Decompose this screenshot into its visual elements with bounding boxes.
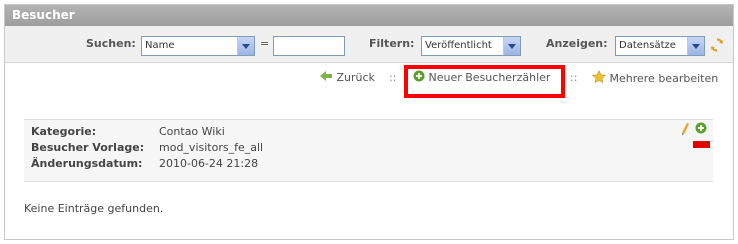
filter-select[interactable]: Veröffentlicht	[421, 36, 521, 56]
reload-icon[interactable]	[709, 37, 725, 53]
star-icon	[592, 70, 606, 84]
search-equals: =	[260, 37, 270, 50]
field-value: 2010-06-24 21:28	[159, 157, 259, 170]
separator: ::	[389, 71, 397, 84]
separator: ::	[570, 71, 578, 84]
back-link[interactable]: Zurück	[319, 70, 375, 86]
empty-message: Keine Einträge gefunden.	[24, 202, 164, 215]
filter-label: Filtern:	[369, 37, 415, 50]
chevron-down-icon	[503, 37, 520, 55]
page-title: Besucher	[5, 5, 733, 26]
edit-multiple-label: Mehrere bearbeiten	[609, 72, 719, 85]
search-input[interactable]	[273, 36, 345, 56]
show-label: Anzeigen:	[546, 37, 608, 50]
back-arrow-icon	[320, 71, 332, 81]
search-field-value: Name	[145, 40, 175, 51]
field-value: mod_visitors_fe_all	[159, 141, 264, 154]
edit-multiple-link[interactable]: Mehrere bearbeiten	[592, 70, 718, 87]
add-icon[interactable]	[695, 122, 707, 134]
search-field-select[interactable]: Name	[141, 36, 255, 56]
show-select[interactable]: Datensätze	[615, 36, 705, 56]
highlight-box	[404, 65, 565, 98]
record-row: Kategorie: Contao Wiki Besucher Vorlage:…	[24, 119, 713, 182]
field-label: Besucher Vorlage:	[31, 141, 145, 154]
filter-value: Veröffentlicht	[425, 40, 492, 51]
back-label: Zurück	[336, 71, 375, 84]
show-value: Datensätze	[619, 40, 676, 51]
field-label: Änderungsdatum:	[31, 157, 143, 170]
edit-icon[interactable]	[680, 122, 690, 136]
filter-panel: Suchen: Name = Filtern: Veröffentlicht A…	[5, 26, 733, 63]
red-marker	[693, 141, 710, 148]
field-value: Contao Wiki	[159, 125, 225, 138]
field-label: Kategorie:	[31, 125, 97, 138]
chevron-down-icon	[687, 37, 704, 55]
chevron-down-icon	[237, 37, 254, 55]
action-bar: Zurück :: Neuer Besucherzähler :: Mehrer…	[0, 70, 738, 90]
search-label: Suchen:	[86, 37, 136, 50]
